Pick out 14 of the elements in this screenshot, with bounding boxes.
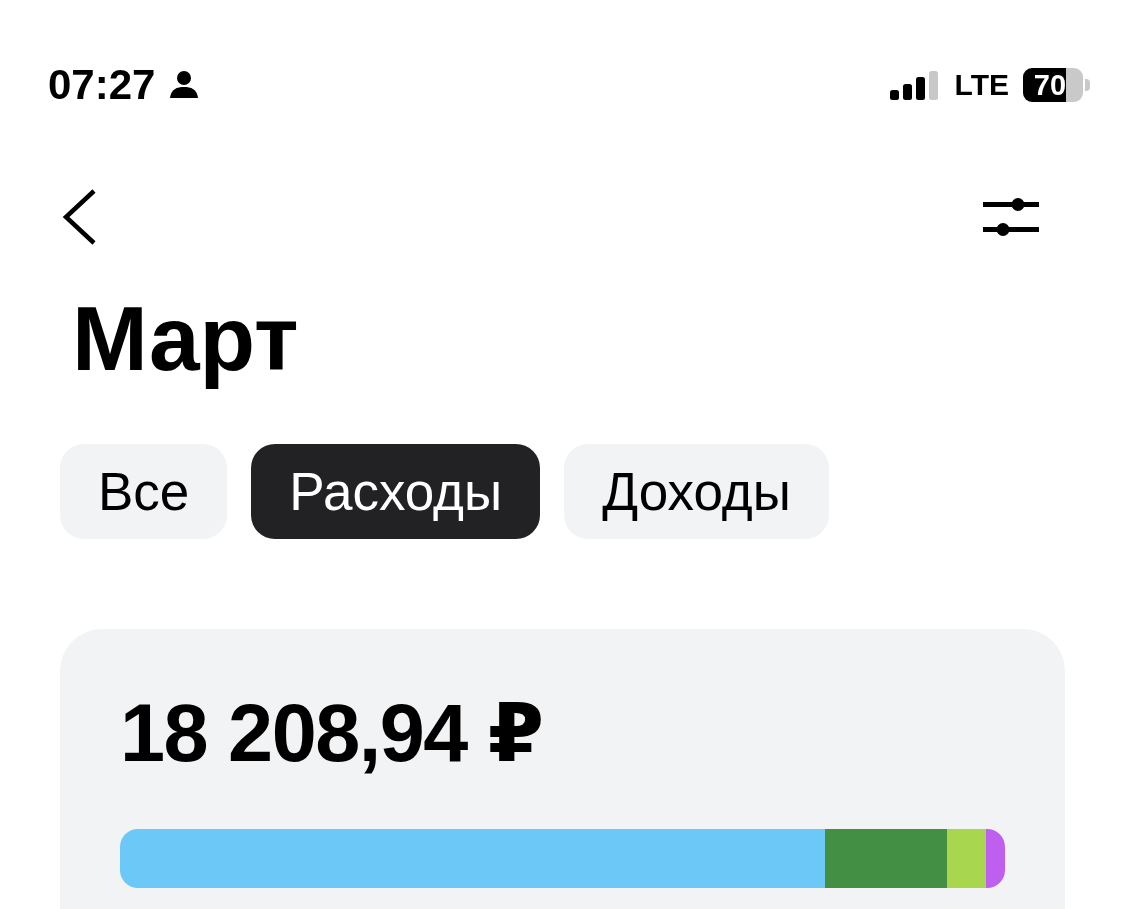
battery-indicator: 70 xyxy=(1023,68,1090,102)
signal-icon xyxy=(889,70,939,100)
back-button[interactable] xyxy=(60,189,96,245)
filter-button[interactable] xyxy=(983,196,1039,238)
filter-tab[interactable]: Все xyxy=(60,444,228,539)
network-type: LTE xyxy=(954,70,1009,100)
status-time: 07:27 xyxy=(48,64,156,106)
filter-tab[interactable]: Доходы xyxy=(564,444,829,539)
total-amount: 18 208,94 ₽ xyxy=(120,693,543,774)
chevron-left-icon xyxy=(60,189,96,245)
page-title: Март xyxy=(71,289,299,389)
sliders-icon xyxy=(983,196,1039,238)
person-icon xyxy=(169,70,200,100)
filter-tab[interactable]: Расходы xyxy=(251,444,541,539)
